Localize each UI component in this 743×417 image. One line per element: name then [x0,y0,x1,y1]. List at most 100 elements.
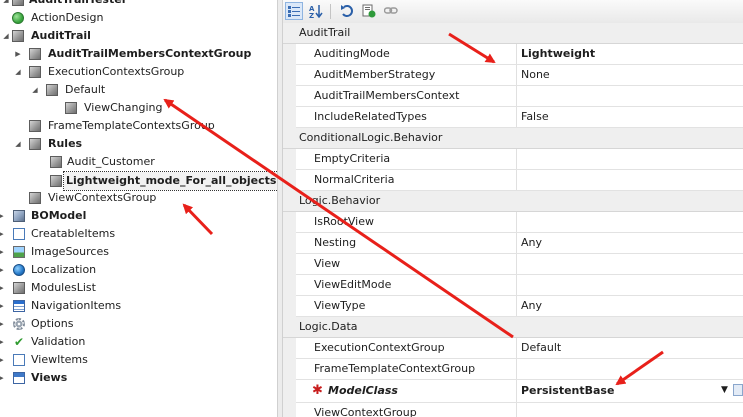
navigation-items-icon [13,300,25,312]
gear-icon [13,318,25,330]
property-grid-toolbar: AZ [283,0,743,24]
property-row-viewcontextgroup[interactable]: ViewContextGroup [283,403,743,417]
property-row-emptycriteria[interactable]: EmptyCriteria [283,149,743,170]
tree-node-label: FrameTemplateContextsGroup [48,119,215,132]
editor-button-icon[interactable] [733,384,743,396]
collapse-toggle-icon[interactable]: ▶ [0,207,5,225]
link-icon[interactable] [382,2,400,20]
cube-icon [29,66,41,78]
cube-icon [29,192,41,204]
expand-toggle-icon[interactable]: ◢ [31,81,39,99]
tree-node-label: CreatableItems [31,227,116,240]
property-name: ViewType [314,299,366,312]
chevron-down-icon[interactable]: ▼ [721,380,728,400]
cube-icon [29,120,41,132]
cube-icon [13,282,25,294]
property-row-audittrailmemberscontext[interactable]: AuditTrailMembersContext [283,86,743,107]
category-conditionallogic-behavior[interactable]: ConditionalLogic.Behavior [283,128,743,149]
cube-icon [50,156,62,168]
tree-node-label: ExecutionContextsGroup [48,65,185,78]
property-name: IncludeRelatedTypes [314,110,427,123]
cube-icon [50,175,62,187]
property-row-isrootview[interactable]: IsRootView [283,212,743,233]
image-sources-icon [13,246,25,258]
property-name: ModelClass [328,384,398,397]
tree-node-label: Validation [31,335,86,348]
property-row-modelclass[interactable]: ✱ ModelClass PersistentBase ▼ [283,380,743,403]
cube-icon [65,102,77,114]
property-name: View [314,257,341,270]
collapse-toggle-icon[interactable]: ▶ [0,225,5,243]
tree-node-label: AuditTrailTester [29,0,127,9]
expand-toggle-icon[interactable]: ◢ [14,63,22,81]
property-row-auditingmode[interactable]: AuditingMode Lightweight [283,44,743,65]
property-row-viewtype[interactable]: ViewType Any [283,296,743,317]
expand-toggle-icon[interactable]: ◢ [2,27,10,45]
property-name: ViewContextGroup [314,406,417,417]
tree-node-label: Lightweight_mode_For_all_objects [62,171,277,191]
tree-node-label: ViewItems [31,353,88,366]
property-value[interactable]: Lightweight [521,44,595,64]
tree-node-label: BOModel [31,209,87,222]
model-tree[interactable]: ◢ AuditTrailTester ActionDesign ◢ AuditT… [0,0,277,417]
property-row-auditmemberstrategy[interactable]: AuditMemberStrategy None [283,65,743,86]
property-name: ViewEditMode [314,278,392,291]
property-name: EmptyCriteria [314,152,391,165]
property-row-normalcriteria[interactable]: NormalCriteria [283,170,743,191]
property-value[interactable]: Default [521,338,561,358]
collapse-toggle-icon[interactable]: ▶ [0,297,5,315]
tree-node-label: AuditTrailMembersContextGroup [48,47,252,60]
property-name: AuditMemberStrategy [314,68,436,81]
property-row-executioncontextgroup[interactable]: ExecutionContextGroup Default [283,338,743,359]
collapse-toggle-icon[interactable]: ▶ [0,261,5,279]
category-label: ConditionalLogic.Behavior [299,131,443,144]
tree-node-label: Rules [48,137,83,150]
globe-icon [13,264,25,276]
views-icon [13,372,25,384]
category-label: Logic.Behavior [299,194,381,207]
collapse-toggle-icon[interactable]: ▶ [0,351,5,369]
action-design-icon [12,12,24,24]
category-logic-data[interactable]: Logic.Data [283,317,743,338]
cube-icon [46,84,58,96]
property-value[interactable]: None [521,65,550,85]
property-row-vieweditmode[interactable]: ViewEditMode [283,275,743,296]
tree-node-label: Audit_Customer [67,155,155,168]
tree-node-label: Views [31,371,68,384]
view-items-icon [13,354,25,366]
tree-node-label: Default [65,83,106,96]
alphabetical-icon[interactable]: AZ [307,2,325,20]
collapse-toggle-icon[interactable]: ▶ [14,45,22,63]
undo-icon[interactable] [338,2,356,20]
property-value[interactable]: False [521,107,549,127]
property-name: ExecutionContextGroup [314,341,445,354]
property-grid: AZ AuditTrail AuditingMode Lightweight A… [283,0,743,417]
collapse-toggle-icon[interactable]: ▶ [0,279,5,297]
application-icon [12,0,24,6]
cube-icon [12,30,24,42]
expand-toggle-icon[interactable]: ◢ [14,135,22,153]
expand-toggle-icon[interactable]: ◢ [2,0,10,9]
property-name: AuditingMode [314,47,390,60]
property-value[interactable]: Any [521,296,542,316]
cube-icon [29,48,41,60]
property-value[interactable]: Any [521,233,542,253]
category-audittrail[interactable]: AuditTrail [283,23,743,44]
category-logic-behavior[interactable]: Logic.Behavior [283,191,743,212]
tree-node-label: ActionDesign [31,11,104,24]
property-row-includerelatedtypes[interactable]: IncludeRelatedTypes False [283,107,743,128]
property-row-view[interactable]: View [283,254,743,275]
property-value[interactable]: PersistentBase [521,380,614,402]
collapse-toggle-icon[interactable]: ▶ [0,369,5,387]
collapse-toggle-icon[interactable]: ▶ [0,243,5,261]
svg-text:Z: Z [309,12,314,18]
categorized-icon[interactable] [285,2,303,20]
property-name: Nesting [314,236,357,249]
reset-icon[interactable] [360,2,378,20]
property-row-frametemplatecontextgroup[interactable]: FrameTemplateContextGroup [283,359,743,380]
tree-node-label: ViewChanging [84,101,163,114]
bomodel-icon [13,210,25,222]
collapse-toggle-icon[interactable]: ▶ [0,333,5,351]
collapse-toggle-icon[interactable]: ▶ [0,315,5,333]
property-row-nesting[interactable]: Nesting Any [283,233,743,254]
